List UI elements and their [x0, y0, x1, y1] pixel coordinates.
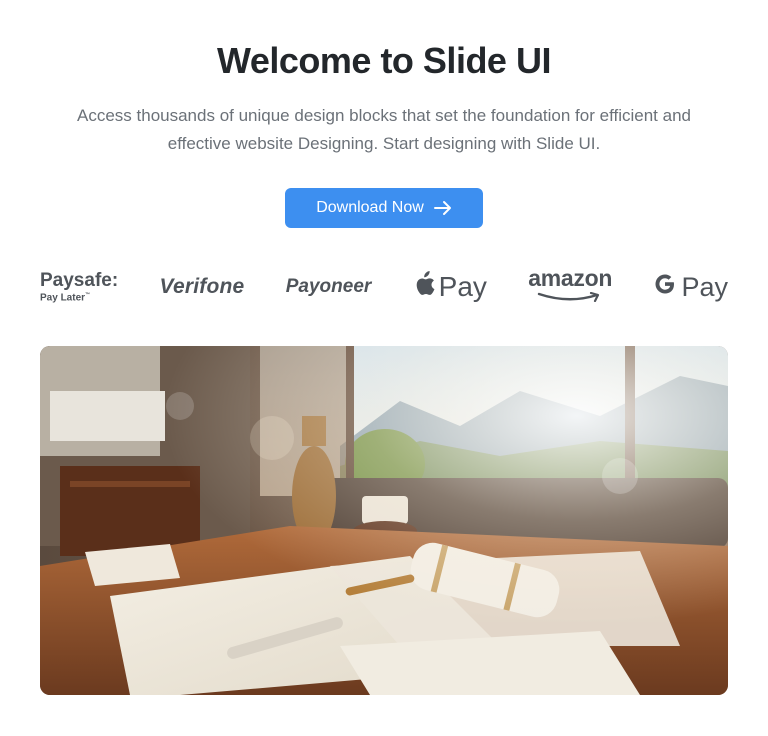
amazon-logo-text: amazon	[528, 265, 613, 291]
hero-section: Welcome to Slide UI Access thousands of …	[0, 0, 768, 736]
google-g-icon	[653, 272, 677, 303]
download-now-label: Download Now	[316, 199, 424, 216]
google-pay-text: Pay	[681, 271, 728, 302]
paysafe-logo-text: Paysafe:	[40, 269, 119, 291]
page-subtitle: Access thousands of unique design blocks…	[24, 102, 744, 158]
apple-icon	[413, 270, 435, 304]
download-now-button[interactable]: Download Now	[285, 188, 483, 228]
paysafe-logo: Paysafe: Pay Later™	[40, 269, 119, 304]
office-desk-photo	[40, 346, 728, 695]
paysafe-tagline: Pay Later™	[40, 291, 91, 304]
apple-pay-text: Pay	[438, 271, 487, 302]
subtitle-line-1: Access thousands of unique design blocks…	[77, 106, 691, 125]
arrow-right-icon	[433, 200, 452, 216]
amazon-logo: amazon	[528, 267, 612, 307]
payoneer-logo: Payoneer	[285, 276, 372, 297]
amazon-smile-icon	[535, 289, 605, 307]
partner-logos: Paysafe: Pay Later™ Verifone Payoneer Pa…	[40, 262, 728, 312]
verifone-logo: Verifone	[159, 275, 245, 298]
apple-pay-logo: Pay	[413, 270, 487, 304]
google-pay-logo: Pay	[653, 272, 728, 303]
hero-image	[40, 346, 728, 695]
subtitle-line-2: effective website Designing. Start desig…	[167, 134, 601, 153]
page-title: Welcome to Slide UI	[217, 40, 551, 81]
